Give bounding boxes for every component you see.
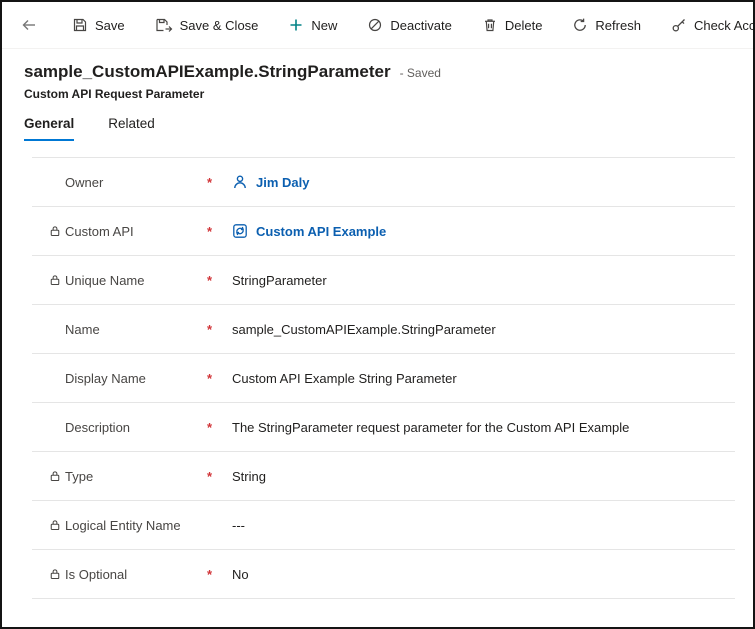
tab-bar: General Related [24,116,753,141]
save-button[interactable]: Save [70,13,127,37]
person-icon [232,174,248,190]
app-window: Save Save & Close New Deactivate Delete [0,0,755,629]
delete-icon [482,17,498,33]
field-label: Description [65,420,207,435]
field-label: Owner [65,175,207,190]
save-and-close-label: Save & Close [180,18,259,33]
page-title: sample_CustomAPIExample.StringParameter [24,62,391,82]
field-row: Unique Name * StringParameter [32,256,735,305]
lock-icon [49,274,65,286]
save-close-icon [155,17,173,33]
field-value: StringParameter [232,273,327,288]
record-header: sample_CustomAPIExample.StringParameter … [2,49,753,101]
required-asterisk: * [207,322,232,337]
tab-related[interactable]: Related [108,116,155,141]
field-label: Is Optional [65,567,207,582]
field-value[interactable]: The StringParameter request parameter fo… [232,420,629,435]
required-asterisk: * [207,224,232,239]
required-asterisk: * [207,420,232,435]
new-button[interactable]: New [286,13,339,37]
required-asterisk: * [207,273,232,288]
required-asterisk: * [207,371,232,386]
save-status-badge: - Saved [400,66,441,80]
refresh-label: Refresh [595,18,641,33]
field-value: --- [232,518,245,533]
delete-button[interactable]: Delete [480,13,545,37]
plus-icon [288,17,304,33]
field-row: Is Optional * No [32,550,735,599]
command-bar: Save Save & Close New Deactivate Delete [2,2,753,49]
required-asterisk: * [207,175,232,190]
deactivate-button[interactable]: Deactivate [365,13,453,37]
required-asterisk: * [207,567,232,582]
save-label: Save [95,18,125,33]
tab-general[interactable]: General [24,116,74,141]
check-access-label: Check Access [694,18,755,33]
back-button[interactable] [16,13,42,37]
field-row: Logical Entity Name --- [32,501,735,550]
field-label: Unique Name [65,273,207,288]
field-label: Logical Entity Name [65,518,207,533]
field-value: String [232,469,266,484]
delete-label: Delete [505,18,543,33]
custom-api-icon [232,223,248,239]
field-value[interactable]: Custom API Example String Parameter [232,371,457,386]
refresh-button[interactable]: Refresh [570,13,643,37]
refresh-icon [572,17,588,33]
field-row: Type * String [32,452,735,501]
field-row: Description * The StringParameter reques… [32,403,735,452]
required-asterisk: * [207,469,232,484]
form: Owner * Jim Daly Custom API * Custom API… [32,157,735,599]
field-label: Display Name [65,371,207,386]
field-label: Name [65,322,207,337]
lock-icon [49,519,65,531]
lock-icon [49,568,65,580]
lock-icon [49,225,65,237]
record-type-subtitle: Custom API Request Parameter [24,87,753,101]
new-label: New [311,18,337,33]
field-value[interactable]: sample_CustomAPIExample.StringParameter [232,322,496,337]
check-access-icon [671,17,687,33]
field-value[interactable]: Jim Daly [256,175,309,190]
deactivate-icon [367,17,383,33]
field-row: Owner * Jim Daly [32,158,735,207]
field-value[interactable]: Custom API Example [256,224,386,239]
back-arrow-icon [20,17,38,33]
field-row: Name * sample_CustomAPIExample.StringPar… [32,305,735,354]
check-access-button[interactable]: Check Access [669,13,755,37]
field-label: Custom API [65,224,207,239]
field-label: Type [65,469,207,484]
save-and-close-button[interactable]: Save & Close [153,13,261,37]
form-body: Owner * Jim Daly Custom API * Custom API… [32,158,735,599]
save-icon [72,17,88,33]
field-value: No [232,567,249,582]
field-row: Custom API * Custom API Example [32,207,735,256]
deactivate-label: Deactivate [390,18,451,33]
field-row: Display Name * Custom API Example String… [32,354,735,403]
lock-icon [49,470,65,482]
